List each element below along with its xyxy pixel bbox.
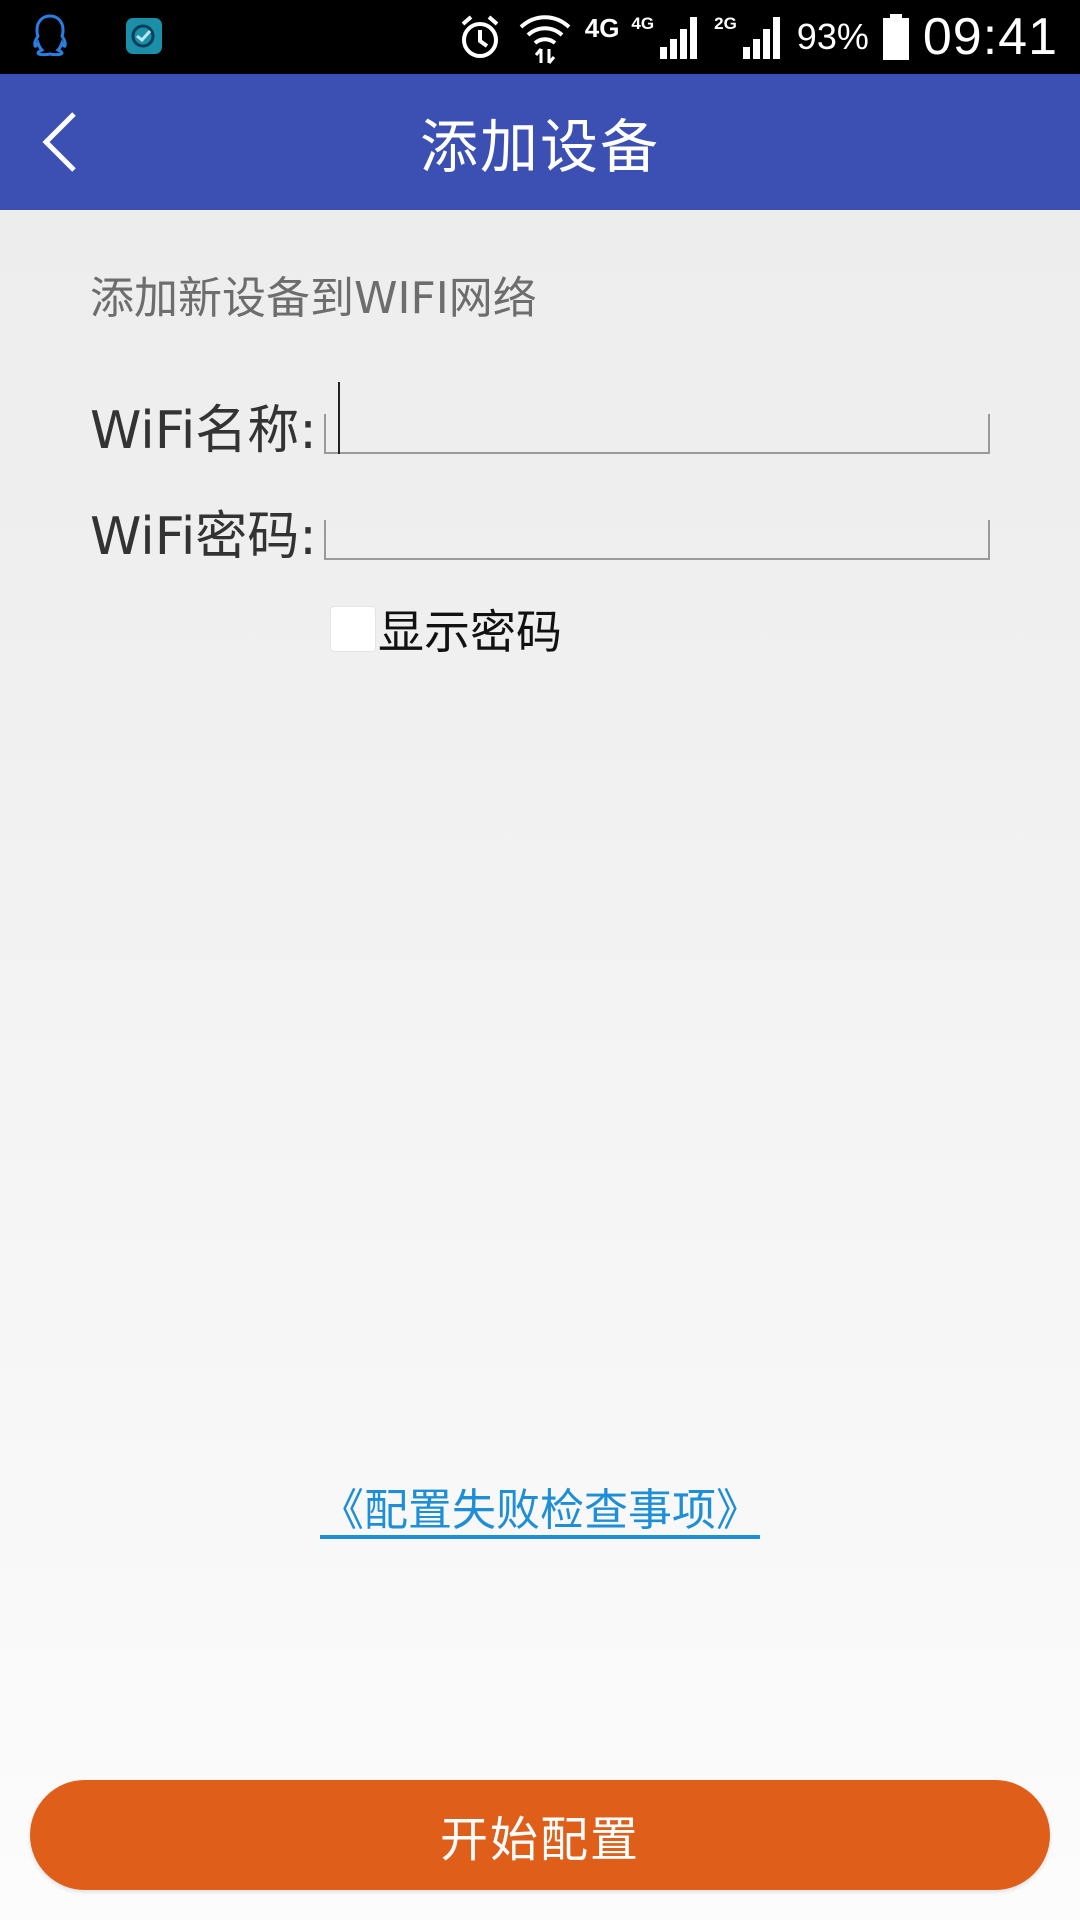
help-link-text[interactable]: 《配置失败检查事项》 bbox=[320, 1485, 760, 1536]
back-button[interactable] bbox=[22, 104, 98, 180]
wifi-name-label: WiFi名称: bbox=[90, 401, 317, 461]
battery-icon bbox=[882, 14, 909, 60]
network-type-4g: 4G bbox=[584, 12, 620, 43]
config-failure-help-link[interactable]: 《配置失败检查事项》 bbox=[0, 1474, 1080, 1538]
signal-icon bbox=[660, 17, 698, 59]
start-config-button[interactable]: 开始配置 bbox=[30, 1780, 1050, 1890]
app-header: 添加设备 bbox=[0, 74, 1080, 210]
signal-icon-2 bbox=[742, 17, 780, 59]
show-password-checkbox[interactable] bbox=[330, 606, 376, 652]
clock: 09:41 bbox=[922, 8, 1058, 66]
alarm-icon bbox=[461, 15, 499, 58]
chevron-left-icon bbox=[42, 112, 76, 172]
qq-icon bbox=[33, 14, 67, 57]
network-type-4g-small: 4G bbox=[631, 14, 655, 33]
status-bar: 4G 4G 2G 93% 09:41 bbox=[0, 0, 1080, 74]
wifi-password-label: WiFi密码: bbox=[90, 507, 317, 567]
show-password-toggle[interactable]: 显示密码 bbox=[330, 596, 562, 662]
wifi-icon bbox=[519, 15, 571, 64]
show-password-label: 显示密码 bbox=[378, 605, 562, 659]
app-notification-icon bbox=[126, 18, 162, 54]
text-cursor bbox=[338, 382, 340, 454]
wifi-password-input[interactable] bbox=[324, 520, 990, 560]
wifi-name-input[interactable] bbox=[324, 414, 990, 454]
section-hint: 添加新设备到WIFI网络 bbox=[90, 273, 537, 324]
network-type-2g: 2G bbox=[714, 14, 737, 33]
page-title: 添加设备 bbox=[419, 113, 660, 181]
battery-percent: 93% bbox=[796, 16, 869, 57]
